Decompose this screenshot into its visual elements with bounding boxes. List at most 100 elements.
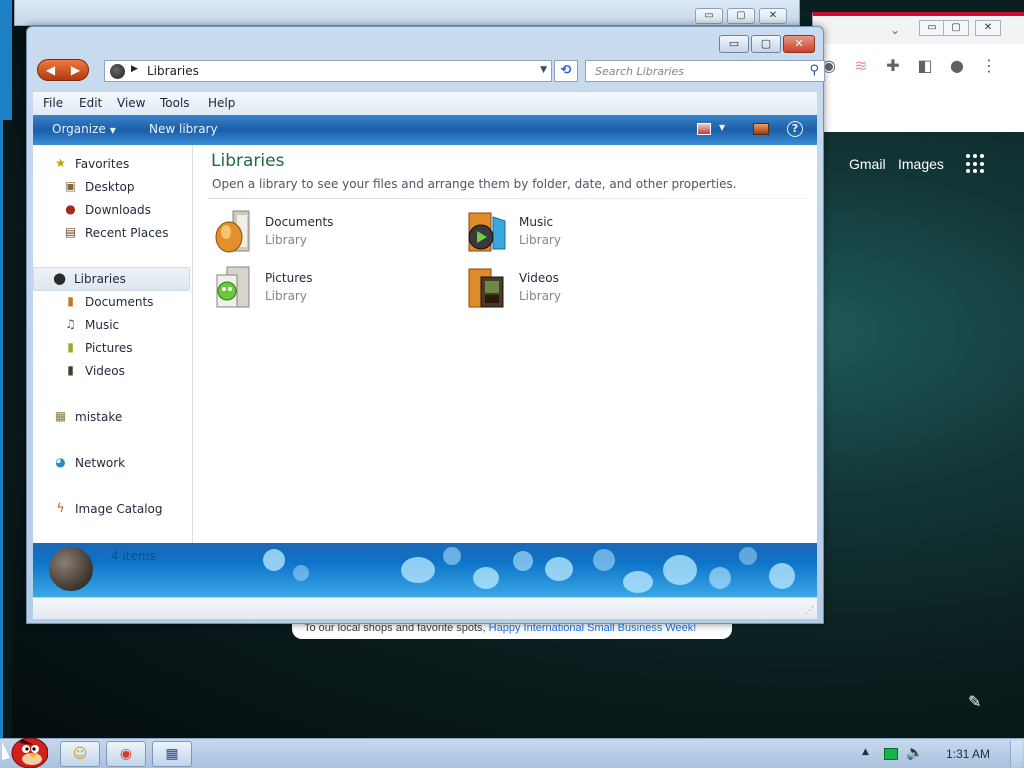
library-pictures[interactable]: Pictures Library [213,265,463,315]
nav-videos[interactable]: ▮ Videos [33,360,191,382]
preview-pane-icon[interactable] [753,123,769,135]
bokeh-decoration [401,557,435,583]
maximize-button[interactable]: ▢ [751,35,781,53]
libraries-icon [110,64,125,79]
nav-favorites-label: Favorites [75,157,130,171]
nav-homegroup[interactable]: ▦ mistake [33,406,191,428]
show-desktop-button[interactable] [1010,741,1022,767]
volume-icon[interactable]: 🔈 [906,745,923,761]
back-button[interactable]: ◀ [38,60,63,80]
chrome-maximize-button[interactable]: ▢ [943,20,969,36]
title-divider [209,198,807,199]
menu-file[interactable]: File [43,96,63,110]
taskbar-clock[interactable]: 1:31 AM [946,747,990,761]
page-subtitle: Open a library to see your files and arr… [212,177,737,191]
close-button[interactable]: ✕ [783,35,815,53]
details-pane: 4 items [33,543,817,597]
new-library-button[interactable]: New library [149,122,218,136]
start-button-bird-icon[interactable] [4,731,48,768]
breadcrumb-arrow-icon[interactable]: ▶ [131,64,138,74]
chrome-minimize-button[interactable]: ▭ [919,20,945,36]
background-close-button[interactable]: ✕ [759,8,787,24]
nav-downloads[interactable]: ● Downloads [33,199,191,221]
background-window-titlebar: ▭ ▢ ✕ [14,0,800,26]
item-count: 4 items [111,549,156,563]
minimize-button[interactable]: ▭ [719,35,749,53]
organize-label: Organize [52,122,106,136]
tray-expand-icon[interactable]: ▲ [862,747,869,757]
refresh-button[interactable]: ⟲ [554,60,578,82]
documents-icon: ▮ [67,294,74,308]
address-bar[interactable]: ▶ Libraries ▼ [104,60,552,82]
side-panel-icon[interactable]: ◧ [915,56,935,76]
nav-network[interactable]: ◕ Network [33,452,191,474]
background-maximize-button[interactable]: ▢ [727,8,755,24]
taskbar-explorer-button[interactable]: ☺ [60,741,100,767]
search-input[interactable]: Search Libraries ⚲ [585,60,825,82]
nav-music-label: Music [85,318,120,332]
profile-avatar-icon[interactable]: ● [947,56,967,76]
gmail-link[interactable]: Gmail [849,156,886,172]
search-icon[interactable]: ⚲ [809,63,819,78]
nav-pictures-label: Pictures [85,341,133,355]
bokeh-decoration [663,555,697,585]
puzzle-icon[interactable]: ✚ [883,56,903,76]
address-path[interactable]: Libraries [147,64,199,78]
pictures-icon: ▮ [67,340,74,354]
nav-pictures[interactable]: ▮ Pictures [33,337,191,359]
nav-image-catalog-label: Image Catalog [75,502,163,516]
nav-libraries[interactable]: ● Libraries [33,267,190,291]
nav-documents-label: Documents [85,295,154,309]
menu-bar: File Edit View Tools Help [33,91,817,115]
organize-button[interactable]: Organize ▼ [52,122,116,136]
status-bar: ⋰ [33,597,817,619]
nav-image-catalog[interactable]: ϟ Image Catalog [33,498,191,520]
library-music[interactable]: Music Library [467,209,717,259]
view-options-caret-icon[interactable]: ▼ [719,123,725,132]
command-bar: Organize ▼ New library ▼ ? [33,115,817,145]
bokeh-decoration [443,547,461,565]
music-icon: ♫ [65,317,76,331]
pencil-icon[interactable]: ✎ [968,692,981,711]
apps-grid-icon[interactable] [966,154,986,174]
change-view-icon[interactable] [697,123,711,135]
menu-tools[interactable]: Tools [160,96,190,110]
taskbar: ☺ ◉ ▦ ▲ 🔈 1:31 AM [0,737,1024,768]
library-name: Documents [265,215,334,229]
content-pane: Libraries Open a library to see your fil… [209,145,809,543]
forward-button[interactable]: ▶ [63,60,88,80]
menu-help[interactable]: Help [208,96,235,110]
network-status-icon[interactable] [884,748,898,760]
menu-view[interactable]: View [117,96,145,110]
resize-grip-icon[interactable]: ⋰ [805,606,814,616]
help-icon[interactable]: ? [787,121,803,137]
nav-downloads-label: Downloads [85,203,151,217]
library-name: Videos [519,271,559,285]
bokeh-decoration [769,563,795,589]
nav-favorites[interactable]: ★ Favorites [33,153,191,175]
library-documents[interactable]: Documents Library [213,209,463,259]
bokeh-decoration [593,549,615,571]
menu-edit[interactable]: Edit [79,96,102,110]
window-controls: ▭ ▢ ✕ [719,35,815,53]
background-window-edge [0,0,12,738]
background-minimize-button[interactable]: ▭ [695,8,723,24]
nav-music[interactable]: ♫ Music [33,314,191,336]
address-dropdown-icon[interactable]: ▼ [540,65,547,75]
taskbar-window-button[interactable]: ▦ [152,741,192,767]
navigation-pane: ★ Favorites ▣ Desktop ● Downloads ▤ Rece… [33,145,193,543]
library-kind: Library [265,289,307,303]
taskbar-chrome-button[interactable]: ◉ [106,741,146,767]
nav-documents[interactable]: ▮ Documents [33,291,191,313]
chrome-close-button[interactable]: ✕ [975,20,1001,36]
extension-flag-icon[interactable]: ≋ [851,56,871,76]
library-videos[interactable]: Videos Library [467,265,717,315]
library-kind: Library [519,289,561,303]
more-menu-icon[interactable]: ⋮ [979,56,999,76]
nav-desktop[interactable]: ▣ Desktop [33,176,191,198]
images-link[interactable]: Images [898,156,944,172]
libraries-large-icon [49,547,93,591]
bokeh-decoration [545,557,573,581]
chevron-down-icon[interactable]: ⌄ [885,20,905,40]
nav-recent-places[interactable]: ▤ Recent Places [33,222,191,244]
